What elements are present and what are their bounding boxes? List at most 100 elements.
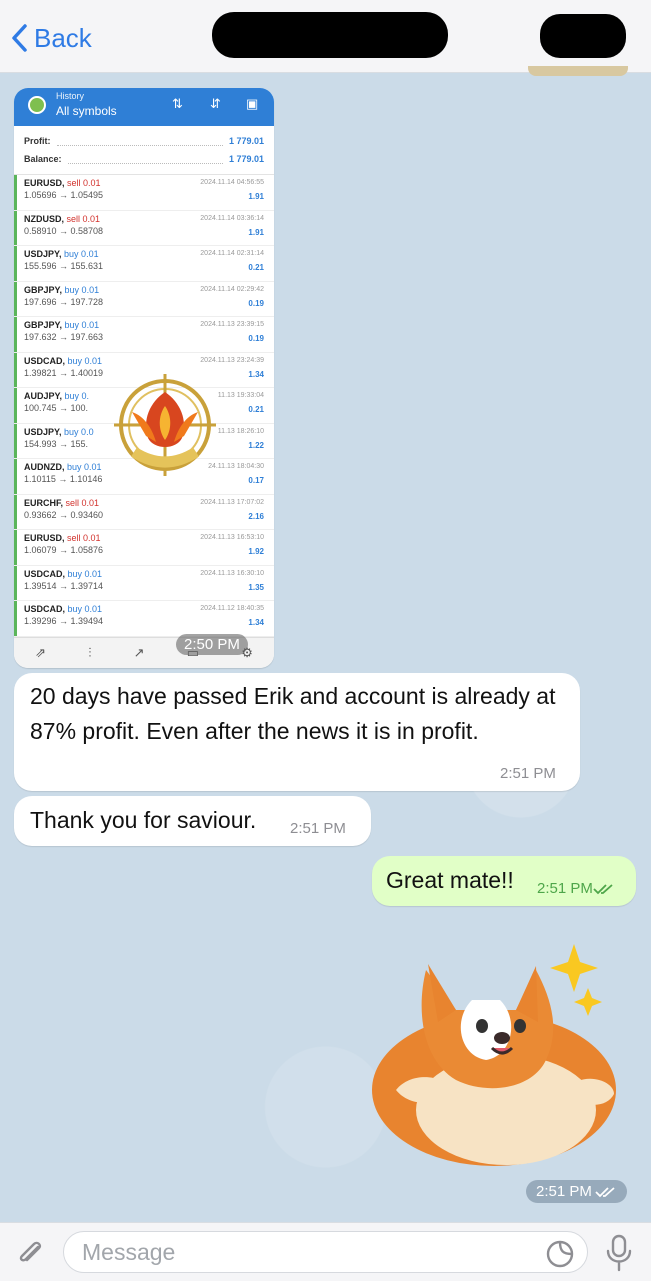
paperclip-icon[interactable]: [12, 1235, 48, 1271]
calendar-icon: ▣: [246, 96, 259, 111]
trade-row: USDCAD, buy 0.01 1.39296 → 1.39494 2024.11…: [14, 601, 274, 637]
trade-symbol: AUDNZD,: [24, 462, 65, 472]
app-logo-icon: [28, 96, 46, 114]
trade-symbol: AUDJPY,: [24, 391, 63, 401]
trade-side: buy 0.01: [67, 568, 103, 579]
back-label: Back: [34, 22, 92, 53]
trade-symbol: EURUSD,: [24, 178, 65, 188]
trade-profit: 1.35: [248, 582, 264, 592]
trade-symbol: USDJPY,: [24, 426, 62, 437]
trade-profit: 2.16: [248, 511, 264, 521]
redacted-contact-name: [212, 12, 448, 58]
trade-date: 2024.11.13 23:39:15: [200, 321, 264, 328]
trade-symbol: USDCAD,: [24, 568, 66, 579]
trade-profit: 0.19: [248, 298, 264, 308]
chevron-left-icon: [12, 24, 27, 52]
trade-profit: 0.19: [248, 334, 264, 343]
trade-side: buy 0.01: [67, 462, 102, 472]
double-check-icon: [593, 883, 613, 894]
trade-row: EURUSD, sell 0.01 1.06079 → 1.05876 2024.1…: [14, 530, 274, 566]
image-timestamp: 2:50 PM: [176, 634, 248, 655]
trade-symbol: GBPJPY,: [24, 320, 63, 330]
message-text: Great mate!!: [386, 867, 514, 893]
incoming-message[interactable]: 20 days have passed Erik and account is …: [14, 673, 580, 791]
trade-date: 11.13 18:26:10: [217, 427, 264, 435]
symbols-filter: All symbols: [56, 104, 117, 118]
trade-icon: ↗: [133, 645, 145, 660]
trade-side: buy 0.01: [64, 320, 100, 330]
summary: Profit: 1 779.01 Balance: 1 779.01: [14, 126, 274, 168]
trade-date: 2024.11.13 23:24:39: [200, 356, 264, 364]
sticker-icon[interactable]: [545, 1239, 575, 1269]
message-time: 2:51 PM: [500, 765, 556, 782]
incoming-message[interactable]: Thank you for saviour. 2:51 PM: [14, 796, 371, 846]
trade-side: buy 0.01: [64, 249, 99, 259]
trade-symbol: USDCAD,: [24, 604, 66, 614]
trade-date: 2024.11.13 16:30:10: [200, 569, 264, 577]
trade-profit: 1.92: [248, 547, 264, 556]
message-time-text: 2:51 PM: [537, 880, 593, 897]
trade-row: GBPJPY, buy 0.01 197.696 → 197.728 2024.11…: [14, 281, 274, 317]
trade-symbol: EURCHF,: [24, 497, 64, 508]
message-time: 2:51 PM: [537, 880, 615, 897]
chart-candles-icon: ⫶: [88, 645, 92, 660]
trade-profit: 1.91: [248, 227, 264, 237]
corgi-sticker-image[interactable]: [356, 940, 621, 1170]
trade-row: EURUSD, sell 0.01 1.05696 → 1.05495 2024.1…: [14, 175, 274, 211]
quotes-icon: ⇗: [35, 645, 46, 660]
outgoing-message[interactable]: Great mate!! 2:51 PM: [372, 856, 636, 906]
image-message[interactable]: History All symbols ⇅ ⇵ ▣ Profit: 1 779.0…: [14, 88, 274, 668]
trade-profit: 0.17: [248, 476, 264, 485]
trade-prices: 197.696 → 197.728: [24, 296, 104, 307]
trade-side: buy 0.01: [64, 284, 100, 295]
trade-date: 2024.11.12 18:40:35: [200, 605, 264, 612]
balance-label: Balance:: [24, 154, 62, 164]
trade-symbol: EURUSD,: [24, 533, 65, 543]
trade-date: 2024.11.14 03:36:14: [200, 214, 264, 222]
back-button[interactable]: Back: [10, 20, 92, 56]
trade-date: 11.13 19:33:04: [217, 392, 264, 399]
trade-profit: 1.34: [248, 369, 264, 379]
mt-history-header: History All symbols ⇅ ⇵ ▣: [14, 88, 274, 126]
trade-side: sell 0.01: [67, 533, 101, 543]
trade-date: 2024.11.14 04:56:55: [200, 179, 264, 186]
trade-row: NZDUSD, sell 0.01 0.58910 → 0.58708 2024.1…: [14, 210, 274, 246]
message-text: 20 days have passed Erik and account is …: [30, 683, 556, 744]
trade-symbol: USDCAD,: [24, 355, 66, 366]
trade-side: buy 0.: [64, 391, 90, 401]
trade-prices: 155.596 → 155.631: [24, 261, 104, 271]
trade-symbol: NZDUSD,: [24, 213, 64, 224]
pinned-strip: [528, 66, 628, 76]
balance-value: 1 779.01: [228, 154, 264, 164]
chat-header: Back: [0, 0, 651, 73]
saviour-emblem-logo: [114, 374, 216, 476]
profit-value: 1 779.01: [228, 136, 264, 146]
trade-prices: 1.05696 → 1.05495: [24, 190, 104, 200]
message-input[interactable]: [63, 1231, 588, 1273]
trade-date: 2024.11.14 02:29:42: [200, 285, 264, 293]
trade-prices: 1.39296 → 1.39494: [24, 616, 104, 626]
double-check-icon: [595, 1186, 615, 1197]
trade-date: 2024.11.13 17:07:02: [200, 498, 264, 506]
trade-prices: 1.39514 → 1.39714: [24, 580, 104, 591]
trade-prices: 0.58910 → 0.58708: [24, 225, 104, 236]
redacted-avatar[interactable]: [540, 14, 626, 58]
trade-symbol: USDJPY,: [24, 249, 62, 259]
trade-profit: 1.22: [248, 440, 264, 450]
currency-icon: ⇅: [172, 96, 183, 111]
trade-symbol: GBPJPY,: [24, 284, 63, 295]
trade-side: buy 0.01: [67, 355, 103, 366]
trade-row: USDCAD, buy 0.01 1.39514 → 1.39714 2024.11…: [14, 565, 274, 601]
message-composer: [0, 1222, 651, 1281]
profit-label: Profit:: [24, 136, 51, 146]
trade-prices: 197.632 → 197.663: [24, 332, 104, 342]
message-time: 2:51 PM: [290, 820, 346, 837]
trade-side: buy 0.01: [67, 604, 103, 614]
trade-side: sell 0.01: [65, 497, 100, 508]
trade-profit: 1.91: [248, 192, 264, 201]
sticker-timestamp: 2:51 PM: [526, 1180, 627, 1203]
trade-row: GBPJPY, buy 0.01 197.632 → 197.663 2024.11…: [14, 317, 274, 353]
trade-date: 2024.11.14 02:31:14: [200, 250, 264, 257]
microphone-icon[interactable]: [604, 1233, 634, 1273]
trade-row: EURCHF, sell 0.01 0.93662 → 0.93460 2024.1…: [14, 494, 274, 530]
